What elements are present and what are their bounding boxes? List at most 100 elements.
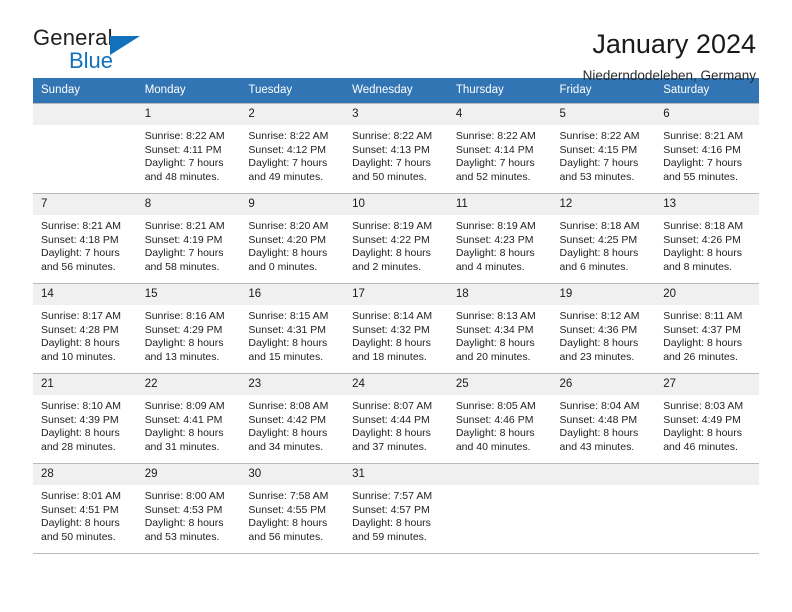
calendar-day-cell[interactable]: 19 Sunrise: 8:12 AM Sunset: 4:36 PM Dayligh…: [551, 283, 656, 374]
calendar-day-cell[interactable]: 22 Sunrise: 8:09 AM Sunset: 4:41 PM Dayligh…: [136, 373, 241, 464]
daylight-duration-line1: Daylight: 8 hours: [663, 337, 743, 350]
sunset-time: Sunset: 4:53 PM: [144, 503, 223, 516]
day-details: Sunrise: 8:07 AM Sunset: 4:44 PM Daylight:…: [344, 395, 448, 454]
calendar-day-cell[interactable]: 12 Sunrise: 8:18 AM Sunset: 4:25 PM Dayligh…: [551, 193, 656, 284]
daylight-duration-line1: Daylight: 8 hours: [559, 427, 639, 440]
calendar-day-cell[interactable]: 8 Sunrise: 8:21 AM Sunset: 4:19 PM Daylight…: [136, 193, 241, 284]
sunset-time: Sunset: 4:28 PM: [41, 323, 119, 336]
calendar-week-row: 1 Sunrise: 8:22 AM Sunset: 4:11 PM Daylight…: [33, 103, 759, 194]
calendar-day-cell[interactable]: 21 Sunrise: 8:10 AM Sunset: 4:39 PM Dayligh…: [33, 373, 137, 464]
calendar-day-cell[interactable]: 30 Sunrise: 7:58 AM Sunset: 4:55 PM Dayligh…: [240, 463, 345, 554]
daylight-duration-line2: and 53 minutes.: [559, 170, 635, 183]
day-details: Sunrise: 7:58 AM Sunset: 4:55 PM Daylight:…: [240, 485, 344, 544]
daylight-duration-line2: and 26 minutes.: [663, 350, 738, 363]
calendar-day-cell[interactable]: 28 Sunrise: 8:01 AM Sunset: 4:51 PM Dayligh…: [33, 463, 137, 554]
daylight-duration-line2: and 0 minutes.: [248, 260, 318, 273]
calendar-day-cell[interactable]: 20 Sunrise: 8:11 AM Sunset: 4:37 PM Dayligh…: [655, 283, 759, 374]
calendar-day-cell[interactable]: 3 Sunrise: 8:22 AM Sunset: 4:13 PM Daylight…: [344, 103, 448, 194]
sunrise-time: Sunrise: 8:10 AM: [41, 400, 121, 412]
calendar-day-cell[interactable]: 4 Sunrise: 8:22 AM Sunset: 4:14 PM Daylight…: [447, 103, 552, 194]
day-number: 3: [344, 104, 448, 125]
daylight-duration-line1: Daylight: 7 hours: [663, 157, 743, 170]
day-details: Sunrise: 8:09 AM Sunset: 4:41 PM Daylight:…: [137, 395, 241, 454]
daylight-duration-line2: and 53 minutes.: [144, 530, 220, 543]
day-details: Sunrise: 8:22 AM Sunset: 4:14 PM Daylight:…: [448, 125, 552, 184]
calendar-day-cell[interactable]: 5 Sunrise: 8:22 AM Sunset: 4:15 PM Daylight…: [551, 103, 656, 194]
daylight-duration-line1: Daylight: 8 hours: [352, 247, 431, 260]
day-details: Sunrise: 8:12 AM Sunset: 4:36 PM Daylight:…: [552, 305, 656, 364]
day-number: 10: [344, 194, 448, 215]
day-details: Sunrise: 8:13 AM Sunset: 4:34 PM Daylight:…: [448, 305, 552, 364]
day-details: Sunrise: 8:20 AM Sunset: 4:20 PM Daylight:…: [240, 215, 344, 274]
calendar-week-row: 21 Sunrise: 8:10 AM Sunset: 4:39 PM Dayligh…: [33, 373, 759, 464]
calendar-day-cell[interactable]: 2 Sunrise: 8:22 AM Sunset: 4:12 PM Daylight…: [240, 103, 345, 194]
sunset-time: Sunset: 4:44 PM: [352, 413, 430, 426]
daylight-duration-line2: and 34 minutes.: [248, 440, 324, 453]
day-details: Sunrise: 8:18 AM Sunset: 4:25 PM Daylight:…: [552, 215, 656, 274]
day-number: 6: [655, 104, 759, 125]
day-number: [33, 104, 137, 125]
calendar-day-cell[interactable]: 10 Sunrise: 8:19 AM Sunset: 4:22 PM Dayligh…: [344, 193, 448, 284]
daylight-duration-line1: Daylight: 8 hours: [248, 517, 328, 530]
sunrise-time: Sunrise: 8:17 AM: [41, 310, 121, 322]
calendar-day-cell[interactable]: 11 Sunrise: 8:19 AM Sunset: 4:23 PM Dayligh…: [447, 193, 552, 284]
sunrise-time: Sunrise: 8:16 AM: [144, 310, 225, 322]
calendar-day-cell[interactable]: 26 Sunrise: 8:04 AM Sunset: 4:48 PM Dayligh…: [551, 373, 656, 464]
sunset-time: Sunset: 4:41 PM: [144, 413, 223, 426]
sunrise-time: Sunrise: 8:03 AM: [663, 400, 744, 412]
calendar-day-cell[interactable]: 6 Sunrise: 8:21 AM Sunset: 4:16 PM Daylight…: [655, 103, 759, 194]
daylight-duration-line2: and 49 minutes.: [248, 170, 324, 183]
page-title: January 2024: [592, 29, 756, 59]
sunrise-time: Sunrise: 8:15 AM: [248, 310, 329, 322]
daylight-duration-line1: Daylight: 7 hours: [248, 157, 328, 170]
day-details: Sunrise: 8:18 AM Sunset: 4:26 PM Daylight:…: [655, 215, 759, 274]
calendar-day-cell[interactable]: 24 Sunrise: 8:07 AM Sunset: 4:44 PM Dayligh…: [344, 373, 448, 464]
calendar-day-cell[interactable]: 9 Sunrise: 8:20 AM Sunset: 4:20 PM Daylight…: [240, 193, 345, 284]
calendar-day-cell[interactable]: 14 Sunrise: 8:17 AM Sunset: 4:28 PM Dayligh…: [33, 283, 137, 374]
sunrise-time: Sunrise: 8:19 AM: [352, 220, 433, 232]
calendar-day-cell[interactable]: 15 Sunrise: 8:16 AM Sunset: 4:29 PM Dayligh…: [136, 283, 241, 374]
day-details: Sunrise: 8:17 AM Sunset: 4:28 PM Daylight:…: [33, 305, 137, 364]
sunset-time: Sunset: 4:48 PM: [559, 413, 638, 426]
calendar-day-cell[interactable]: 27 Sunrise: 8:03 AM Sunset: 4:49 PM Dayligh…: [655, 373, 759, 464]
calendar-day-cell[interactable]: 1 Sunrise: 8:22 AM Sunset: 4:11 PM Daylight…: [136, 103, 241, 194]
calendar-day-cell[interactable]: 23 Sunrise: 8:08 AM Sunset: 4:42 PM Dayligh…: [240, 373, 345, 464]
day-details: Sunrise: 8:04 AM Sunset: 4:48 PM Daylight:…: [552, 395, 656, 454]
day-details: Sunrise: 8:22 AM Sunset: 4:15 PM Daylight:…: [552, 125, 656, 184]
calendar-body: 1 Sunrise: 8:22 AM Sunset: 4:11 PM Daylight…: [33, 103, 759, 554]
daylight-duration-line2: and 56 minutes.: [248, 530, 324, 543]
brand-logo[interactable]: General Blue: [33, 26, 153, 78]
daylight-duration-line1: Daylight: 7 hours: [559, 157, 639, 170]
day-number: 13: [655, 194, 759, 215]
daylight-duration-line1: Daylight: 8 hours: [41, 427, 120, 440]
daylight-duration-line2: and 58 minutes.: [144, 260, 220, 273]
day-number: 20: [655, 284, 759, 305]
sunset-time: Sunset: 4:22 PM: [352, 233, 430, 246]
sunset-time: Sunset: 4:57 PM: [352, 503, 430, 516]
daylight-duration-line1: Daylight: 7 hours: [144, 247, 224, 260]
daylight-duration-line2: and 56 minutes.: [41, 260, 116, 273]
calendar-day-cell[interactable]: 18 Sunrise: 8:13 AM Sunset: 4:34 PM Dayligh…: [447, 283, 552, 374]
calendar-day-cell[interactable]: 31 Sunrise: 7:57 AM Sunset: 4:57 PM Dayligh…: [344, 463, 448, 554]
daylight-duration-line1: Daylight: 8 hours: [144, 337, 224, 350]
calendar-day-cell[interactable]: 16 Sunrise: 8:15 AM Sunset: 4:31 PM Dayligh…: [240, 283, 345, 374]
day-details: Sunrise: 8:16 AM Sunset: 4:29 PM Daylight:…: [137, 305, 241, 364]
sunset-time: Sunset: 4:36 PM: [559, 323, 638, 336]
calendar-day-cell[interactable]: 17 Sunrise: 8:14 AM Sunset: 4:32 PM Dayligh…: [344, 283, 448, 374]
calendar-day-cell[interactable]: 29 Sunrise: 8:00 AM Sunset: 4:53 PM Dayligh…: [136, 463, 241, 554]
sunrise-time: Sunrise: 8:04 AM: [559, 400, 640, 412]
sunset-time: Sunset: 4:51 PM: [41, 503, 119, 516]
sunrise-time: Sunrise: 8:11 AM: [663, 310, 743, 322]
daylight-duration-line2: and 46 minutes.: [663, 440, 738, 453]
sunrise-time: Sunrise: 8:21 AM: [41, 220, 121, 232]
daylight-duration-line2: and 37 minutes.: [352, 440, 427, 453]
daylight-duration-line2: and 50 minutes.: [352, 170, 427, 183]
sunset-time: Sunset: 4:26 PM: [663, 233, 741, 246]
day-details: Sunrise: 8:14 AM Sunset: 4:32 PM Daylight:…: [344, 305, 448, 364]
sunrise-time: Sunrise: 8:20 AM: [248, 220, 329, 232]
calendar-day-cell[interactable]: 25 Sunrise: 8:05 AM Sunset: 4:46 PM Dayligh…: [447, 373, 552, 464]
calendar-day-cell[interactable]: 13 Sunrise: 8:18 AM Sunset: 4:26 PM Dayligh…: [655, 193, 759, 284]
day-number: 11: [447, 194, 552, 215]
calendar-day-cell[interactable]: 7 Sunrise: 8:21 AM Sunset: 4:18 PM Daylight…: [33, 193, 137, 284]
weekday-header-sunday: Sunday: [33, 78, 137, 104]
